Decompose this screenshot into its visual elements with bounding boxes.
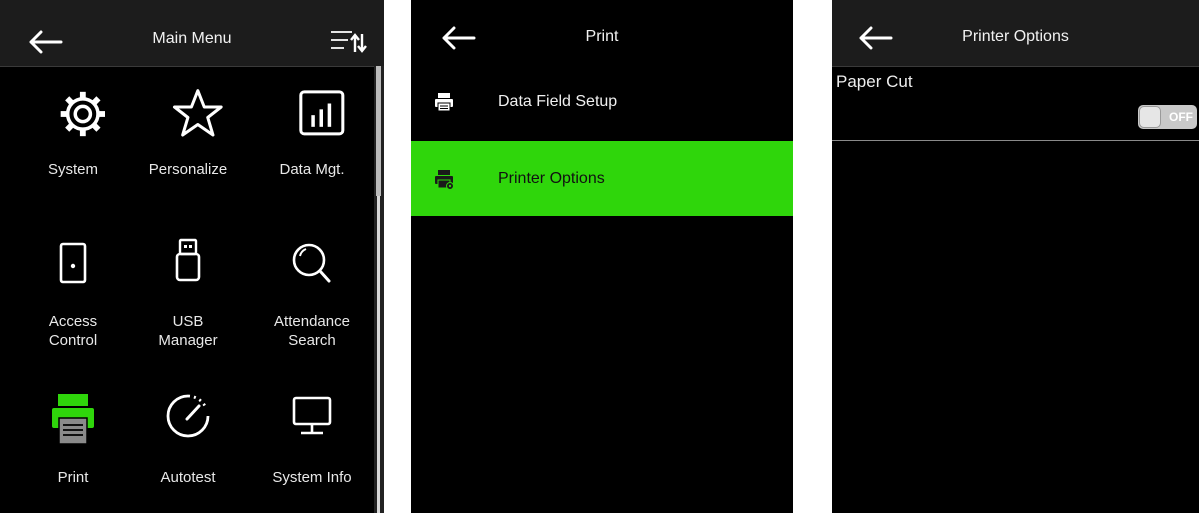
menu-item-label: USB Manager [158, 313, 218, 349]
star-icon [172, 89, 223, 137]
main-menu-screen: Main Menu System Personalize Data Mgt. A… [0, 0, 384, 513]
printer-settings-icon [435, 170, 454, 190]
menu-item-usb-manager[interactable]: USB Manager [129, 236, 247, 366]
menu-item-personalize[interactable]: Personalize [129, 86, 247, 186]
menu-row-printer-options[interactable]: Printer Options [411, 141, 793, 216]
printer-icon [435, 93, 453, 112]
toggle-knob [1139, 106, 1161, 128]
menu-item-label: Personalize [148, 161, 228, 178]
sort-icon[interactable] [328, 28, 368, 54]
menu-item-label: Access Control [48, 313, 98, 349]
row-label: Data Field Setup [498, 93, 618, 110]
printer-icon [52, 394, 94, 445]
scrollbar-thumb[interactable] [376, 66, 381, 196]
page-title: Print [585, 28, 619, 45]
row-label: Printer Options [498, 170, 605, 187]
usb-icon [175, 238, 201, 282]
title-bar: Print [411, 0, 793, 66]
gauge-icon [166, 394, 210, 438]
menu-item-data-mgt[interactable]: Data Mgt. [253, 86, 371, 186]
door-icon [59, 242, 87, 284]
menu-item-system-info[interactable]: System Info [253, 392, 371, 502]
divider [832, 140, 1199, 141]
menu-item-label: System [47, 161, 98, 178]
menu-item-access-control[interactable]: Access Control [14, 236, 132, 366]
menu-item-label: Print [57, 469, 89, 486]
magnifier-icon [292, 243, 331, 283]
scrollbar-track [377, 196, 380, 513]
paper-cut-toggle[interactable]: OFF [1138, 105, 1197, 129]
menu-item-label: System Info [272, 469, 352, 486]
menu-item-label: Attendance Search [274, 313, 350, 349]
printer-options-screen: Printer Options Paper Cut OFF [832, 0, 1199, 513]
menu-item-system[interactable]: System [14, 86, 132, 186]
page-title: Printer Options [962, 28, 1069, 45]
menu-item-print[interactable]: Print [14, 392, 132, 502]
menu-row-data-field-setup[interactable]: Data Field Setup [411, 66, 793, 138]
paper-cut-label: Paper Cut [836, 72, 913, 91]
page-title: Main Menu [152, 30, 232, 47]
toggle-state-text: OFF [1169, 110, 1193, 124]
menu-item-label: Autotest [160, 469, 216, 486]
print-screen: Print Data Field Setup Printer Options [411, 0, 793, 513]
menu-item-label: Data Mgt. [279, 161, 345, 178]
menu-item-attendance-search[interactable]: Attendance Search [253, 236, 371, 366]
title-bar: Printer Options [832, 0, 1199, 67]
menu-item-autotest[interactable]: Autotest [129, 392, 247, 502]
bar-chart-icon [299, 90, 345, 136]
title-bar: Main Menu [0, 0, 384, 67]
monitor-icon [292, 396, 332, 435]
